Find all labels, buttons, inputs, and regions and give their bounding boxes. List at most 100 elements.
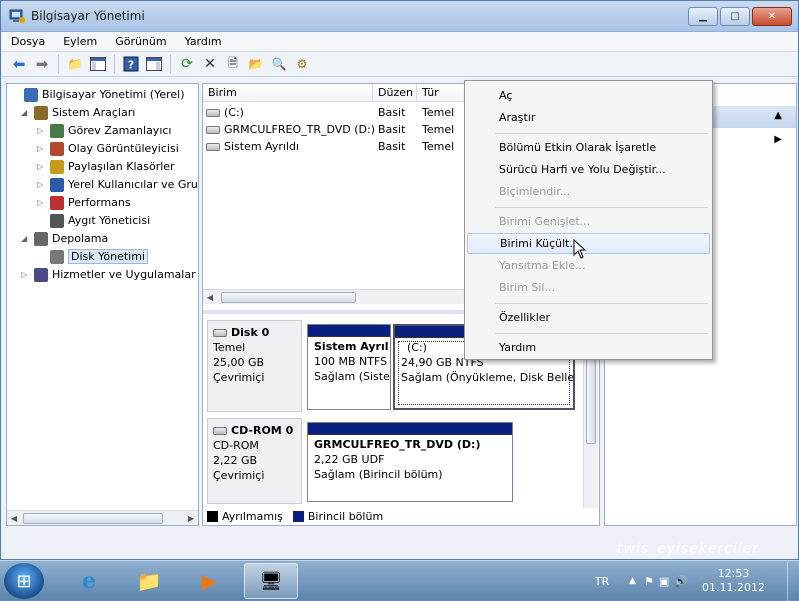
ctx-separator bbox=[495, 303, 708, 304]
volume-row[interactable]: GRMCULFREO_TR_DVD (D:) bbox=[206, 121, 375, 138]
taskbar-media-player[interactable]: ▶ bbox=[182, 563, 236, 599]
legend-swatch-primary bbox=[292, 510, 304, 522]
title-bar[interactable]: Bilgisayar Yönetimi ▁ □ ✕ bbox=[1, 1, 798, 32]
taskbar-computer-management[interactable]: 🖥 bbox=[244, 563, 298, 599]
back-arrow-icon[interactable]: ⬅ bbox=[9, 54, 29, 74]
scrollbar-thumb[interactable] bbox=[23, 513, 163, 524]
collapsed-arrow-icon[interactable]: ▷ bbox=[21, 270, 31, 279]
collapsed-arrow-icon[interactable]: ▷ bbox=[37, 198, 47, 207]
collapsed-arrow-icon[interactable]: ▷ bbox=[37, 144, 47, 153]
disk-0-status: Çevrimiçi bbox=[213, 371, 265, 384]
partition-health: Sağlam (Siste bbox=[314, 370, 390, 383]
properties-icon[interactable]: 🗎 bbox=[223, 54, 243, 74]
volume-name: Sistem Ayrıldı bbox=[224, 140, 300, 153]
folder-up-icon[interactable]: 📁 bbox=[65, 54, 85, 74]
console-tree-icon[interactable] bbox=[88, 54, 108, 74]
column-header-layout[interactable]: Düzen bbox=[373, 84, 417, 102]
menu-action[interactable]: Eylem bbox=[63, 35, 97, 48]
toolbar-separator bbox=[114, 55, 115, 73]
internet-explorer-icon: e bbox=[82, 568, 96, 594]
tree-item[interactable]: ▷ Olay Görüntüleyicisi bbox=[37, 140, 179, 157]
column-header-type[interactable]: Tür bbox=[417, 84, 467, 102]
ctx-open[interactable]: Aç bbox=[467, 85, 710, 106]
scrollbar-thumb[interactable] bbox=[586, 354, 596, 444]
tree-item[interactable]: ◢ Depolama bbox=[21, 230, 108, 247]
tree-item[interactable]: ▷ Yerel Kullanıcılar ve Gru bbox=[37, 176, 198, 193]
open-folder-icon[interactable]: 📂 bbox=[246, 54, 266, 74]
clock-icon bbox=[50, 123, 64, 138]
volume-horizontal-scrollbar[interactable]: ◀ bbox=[203, 289, 465, 304]
disk-vertical-scrollbar[interactable] bbox=[583, 344, 598, 508]
action-center-flag-icon[interactable]: ⚑ bbox=[644, 575, 654, 588]
ctx-properties[interactable]: Özellikler bbox=[467, 307, 710, 328]
volume-icon[interactable]: 🔊 bbox=[674, 575, 688, 588]
watermark: twis_eyisekerciler bbox=[617, 541, 760, 557]
delete-icon[interactable]: ✕ bbox=[200, 54, 220, 74]
tree-item[interactable]: ▷ Hizmetler ve Uygulamalar bbox=[21, 266, 196, 283]
more-actions-icon[interactable]: ▶ bbox=[774, 134, 782, 145]
tree-item[interactable]: ▷ Performans bbox=[37, 194, 131, 211]
ctx-explore[interactable]: Araştır bbox=[467, 107, 710, 128]
search-icon[interactable]: 🔍 bbox=[269, 54, 289, 74]
cdrom-0-status: Çevrimiçi bbox=[213, 469, 265, 482]
scrollbar-thumb[interactable] bbox=[221, 292, 356, 303]
ctx-change-drive-letter[interactable]: Sürücü Harfi ve Yolu Değiştir... bbox=[467, 159, 710, 180]
cdrom-icon bbox=[213, 426, 227, 435]
volume-icon bbox=[206, 142, 220, 151]
language-indicator[interactable]: TR bbox=[595, 575, 609, 588]
ctx-mark-active[interactable]: Bölümü Etkin Olarak İşaretle bbox=[467, 137, 710, 158]
tree-item[interactable]: Disk Yönetimi bbox=[37, 248, 148, 265]
partition-dvd[interactable]: GRMCULFREO_TR_DVD (D:) 2,22 GB UDF Sağla… bbox=[307, 422, 513, 502]
show-desktop-button[interactable] bbox=[787, 561, 799, 601]
close-button[interactable]: ✕ bbox=[752, 7, 792, 26]
partition-system-reserved[interactable]: Sistem Ayrıl 100 MB NTFS Sağlam (Siste bbox=[307, 324, 391, 410]
show-pane-icon[interactable] bbox=[144, 54, 164, 74]
collapsed-arrow-icon[interactable]: ▷ bbox=[37, 162, 47, 171]
expanded-arrow-icon[interactable]: ◢ bbox=[21, 108, 31, 117]
scroll-left-icon[interactable]: ◀ bbox=[7, 511, 21, 525]
computer-management-icon bbox=[24, 87, 38, 102]
show-hidden-icons-icon[interactable]: ▲ bbox=[629, 576, 636, 586]
tree-horizontal-scrollbar[interactable]: ◀ ▶ bbox=[7, 510, 198, 525]
refresh-icon[interactable]: ⟳ bbox=[177, 54, 197, 74]
ctx-help[interactable]: Yardım bbox=[467, 337, 710, 358]
tree-item[interactable]: Aygıt Yöneticisi bbox=[37, 212, 150, 229]
svg-text:?: ? bbox=[128, 59, 134, 72]
partition-bar bbox=[308, 325, 390, 337]
taskbar-internet-explorer[interactable]: e bbox=[62, 563, 116, 599]
device-manager-icon bbox=[50, 213, 64, 228]
maximize-button[interactable]: □ bbox=[720, 7, 750, 26]
volume-row[interactable]: (C:) bbox=[206, 104, 244, 121]
volume-layout: Basit bbox=[378, 106, 406, 119]
taskbar-explorer[interactable]: 📁 bbox=[122, 563, 176, 599]
tree-item[interactable]: Bilgisayar Yönetimi (Yerel) bbox=[11, 86, 185, 103]
expanded-arrow-icon[interactable]: ◢ bbox=[21, 234, 31, 243]
menu-help[interactable]: Yardım bbox=[185, 35, 222, 48]
minimize-button[interactable]: ▁ bbox=[688, 7, 718, 26]
help-icon[interactable]: ? bbox=[121, 54, 141, 74]
volume-icon bbox=[206, 125, 220, 134]
disk-0-label[interactable]: Disk 0 Temel 25,00 GB Çevrimiçi bbox=[207, 320, 302, 412]
collapsed-arrow-icon[interactable]: ▷ bbox=[37, 126, 47, 135]
scroll-left-icon[interactable]: ◀ bbox=[203, 290, 217, 305]
clock[interactable]: 12:53 01.11.2012 bbox=[702, 567, 765, 595]
rescan-icon[interactable]: ⚙ bbox=[292, 54, 312, 74]
ctx-shrink-volume[interactable]: Birimi Küçült... bbox=[467, 233, 710, 254]
cdrom-0-label[interactable]: CD-ROM 0 CD-ROM 2,22 GB Çevrimiçi bbox=[207, 418, 302, 504]
scroll-right-icon[interactable]: ▶ bbox=[184, 511, 198, 525]
partition-size: 100 MB NTFS bbox=[314, 355, 388, 368]
tree-item[interactable]: ▷ Paylaşılan Klasörler bbox=[37, 158, 175, 175]
forward-arrow-icon[interactable]: ➡ bbox=[32, 54, 52, 74]
start-button[interactable]: ⊞ bbox=[4, 563, 44, 599]
volume-row[interactable]: Sistem Ayrıldı bbox=[206, 138, 299, 155]
tree-item[interactable]: ◢ Sistem Araçları bbox=[21, 104, 135, 121]
column-header-volume[interactable]: Birim bbox=[203, 84, 373, 102]
event-viewer-icon bbox=[50, 141, 64, 156]
menu-view[interactable]: Görünüm bbox=[115, 35, 166, 48]
tree-item-label: Hizmetler ve Uygulamalar bbox=[52, 268, 196, 281]
menu-file[interactable]: Dosya bbox=[11, 35, 45, 48]
collapsed-arrow-icon[interactable]: ▷ bbox=[37, 180, 47, 189]
network-icon[interactable]: ▣ bbox=[659, 575, 669, 588]
collapse-up-icon[interactable]: ▲ bbox=[774, 110, 782, 121]
tree-item[interactable]: ▷ Görev Zamanlayıcı bbox=[37, 122, 171, 139]
